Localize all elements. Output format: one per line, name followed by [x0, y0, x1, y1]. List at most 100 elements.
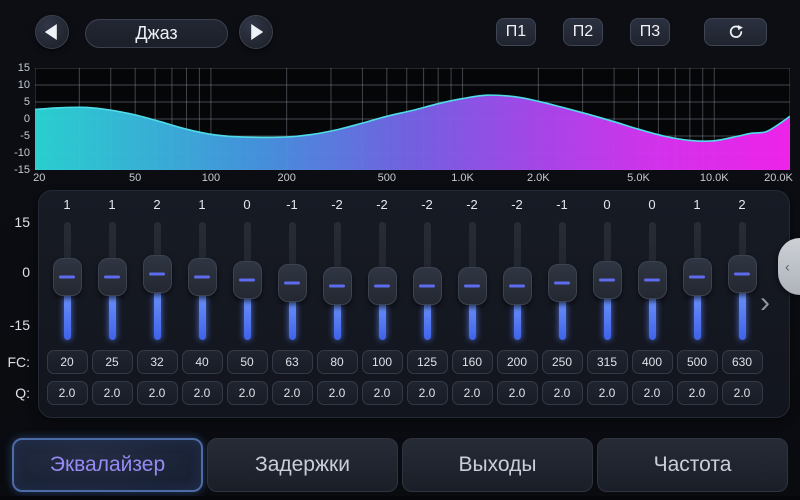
band-fc-button[interactable]: 63	[272, 350, 313, 374]
band-fc-button[interactable]: 40	[182, 350, 223, 374]
band-q-button[interactable]: 2.0	[92, 381, 133, 405]
slider-thumb-marker	[194, 276, 210, 279]
band-fc-button[interactable]: 400	[632, 350, 673, 374]
tab-frequency[interactable]: Частота	[597, 438, 788, 492]
band-q-button[interactable]: 2.0	[542, 381, 583, 405]
band-q-button[interactable]: 2.0	[317, 381, 358, 405]
band-q-button[interactable]: 2.0	[632, 381, 673, 405]
preset-memory-3-button[interactable]: П3	[630, 18, 670, 46]
band-gain-value: 2	[135, 196, 180, 214]
band-q-button[interactable]: 2.0	[497, 381, 538, 405]
y-tick-label: 5	[0, 95, 30, 109]
eq-band-column: 2 630 2.0	[720, 196, 765, 410]
preset-memory-2-button[interactable]: П2	[563, 18, 603, 46]
band-gain-slider[interactable]	[360, 220, 405, 342]
band-q-button[interactable]: 2.0	[677, 381, 718, 405]
band-gain-slider[interactable]	[540, 220, 585, 342]
slider-thumb[interactable]	[593, 261, 622, 299]
band-fc-button[interactable]: 80	[317, 350, 358, 374]
slider-thumb[interactable]	[728, 255, 757, 293]
band-gain-value: 1	[675, 196, 720, 214]
band-fc-button[interactable]: 315	[587, 350, 628, 374]
band-fc-button[interactable]: 50	[227, 350, 268, 374]
band-gain-slider[interactable]	[180, 220, 225, 342]
slider-thumb[interactable]	[458, 267, 487, 305]
band-gain-slider[interactable]	[225, 220, 270, 342]
band-fc-button[interactable]: 125	[407, 350, 448, 374]
band-q-button[interactable]: 2.0	[137, 381, 178, 405]
band-gain-slider[interactable]	[450, 220, 495, 342]
slider-thumb[interactable]	[323, 267, 352, 305]
band-gain-slider[interactable]	[405, 220, 450, 342]
slider-fill	[334, 301, 341, 340]
band-q-button[interactable]: 2.0	[227, 381, 268, 405]
eq-band-column: 0 315 2.0	[585, 196, 630, 410]
band-fc-button[interactable]: 250	[542, 350, 583, 374]
slider-thumb-marker	[239, 279, 255, 282]
band-gain-slider[interactable]	[720, 220, 765, 342]
slider-thumb[interactable]	[413, 267, 442, 305]
band-fc-button[interactable]: 20	[47, 350, 88, 374]
slider-thumb-marker	[734, 273, 750, 276]
band-gain-slider[interactable]	[90, 220, 135, 342]
band-fc-button[interactable]: 32	[137, 350, 178, 374]
slider-thumb[interactable]	[548, 264, 577, 302]
x-tick-label: 200	[277, 171, 295, 185]
band-q-button[interactable]: 2.0	[47, 381, 88, 405]
band-q-button[interactable]: 2.0	[272, 381, 313, 405]
band-gain-slider[interactable]	[45, 220, 90, 342]
band-gain-slider[interactable]	[585, 220, 630, 342]
slider-thumb[interactable]	[143, 255, 172, 293]
x-tick-label: 2.0K	[527, 171, 550, 185]
slider-thumb[interactable]	[683, 258, 712, 296]
band-gain-slider[interactable]	[270, 220, 315, 342]
slider-thumb[interactable]	[98, 258, 127, 296]
eq-band-column: 1 40 2.0	[180, 196, 225, 410]
triangle-right-icon	[251, 24, 263, 40]
next-preset-button[interactable]	[239, 15, 273, 49]
band-gain-value: -1	[270, 196, 315, 214]
preset-name[interactable]: Джаз	[85, 19, 228, 48]
band-fc-button[interactable]: 100	[362, 350, 403, 374]
band-q-button[interactable]: 2.0	[587, 381, 628, 405]
slider-thumb[interactable]	[503, 267, 532, 305]
slider-thumb[interactable]	[188, 258, 217, 296]
band-gain-slider[interactable]	[315, 220, 360, 342]
eq-curve-chart	[35, 68, 790, 170]
slider-fill	[424, 301, 431, 340]
tab-delays[interactable]: Задержки	[207, 438, 398, 492]
band-fc-button[interactable]: 500	[677, 350, 718, 374]
slider-thumb-marker	[464, 285, 480, 288]
band-q-button[interactable]: 2.0	[722, 381, 763, 405]
tab-outputs[interactable]: Выходы	[402, 438, 593, 492]
band-gain-slider[interactable]	[135, 220, 180, 342]
preset-memory-1-button[interactable]: П1	[496, 18, 536, 46]
scroll-more-bands-button[interactable]: ›	[760, 288, 770, 318]
band-q-button[interactable]: 2.0	[182, 381, 223, 405]
band-fc-button[interactable]: 25	[92, 350, 133, 374]
slider-thumb[interactable]	[53, 258, 82, 296]
band-q-button[interactable]: 2.0	[407, 381, 448, 405]
slider-thumb[interactable]	[278, 264, 307, 302]
band-gain-slider[interactable]	[630, 220, 675, 342]
slider-thumb[interactable]	[233, 261, 262, 299]
band-fc-button[interactable]: 200	[497, 350, 538, 374]
tab-equalizer[interactable]: Эквалайзер	[12, 438, 203, 492]
band-q-button[interactable]: 2.0	[452, 381, 493, 405]
slider-thumb-marker	[509, 285, 525, 288]
band-fc-button[interactable]: 160	[452, 350, 493, 374]
band-q-button[interactable]: 2.0	[362, 381, 403, 405]
y-tick-label: -10	[0, 146, 30, 160]
slider-thumb[interactable]	[368, 267, 397, 305]
slider-thumb[interactable]	[638, 261, 667, 299]
reset-eq-button[interactable]	[704, 18, 767, 46]
band-gain-slider[interactable]	[675, 220, 720, 342]
eq-band-column: 1 25 2.0	[90, 196, 135, 410]
x-tick-label: 5.0K	[627, 171, 650, 185]
slider-thumb-marker	[329, 285, 345, 288]
slider-thumb-marker	[284, 282, 300, 285]
band-gain-value: -2	[360, 196, 405, 214]
band-gain-slider[interactable]	[495, 220, 540, 342]
prev-preset-button[interactable]	[35, 15, 69, 49]
band-fc-button[interactable]: 630	[722, 350, 763, 374]
